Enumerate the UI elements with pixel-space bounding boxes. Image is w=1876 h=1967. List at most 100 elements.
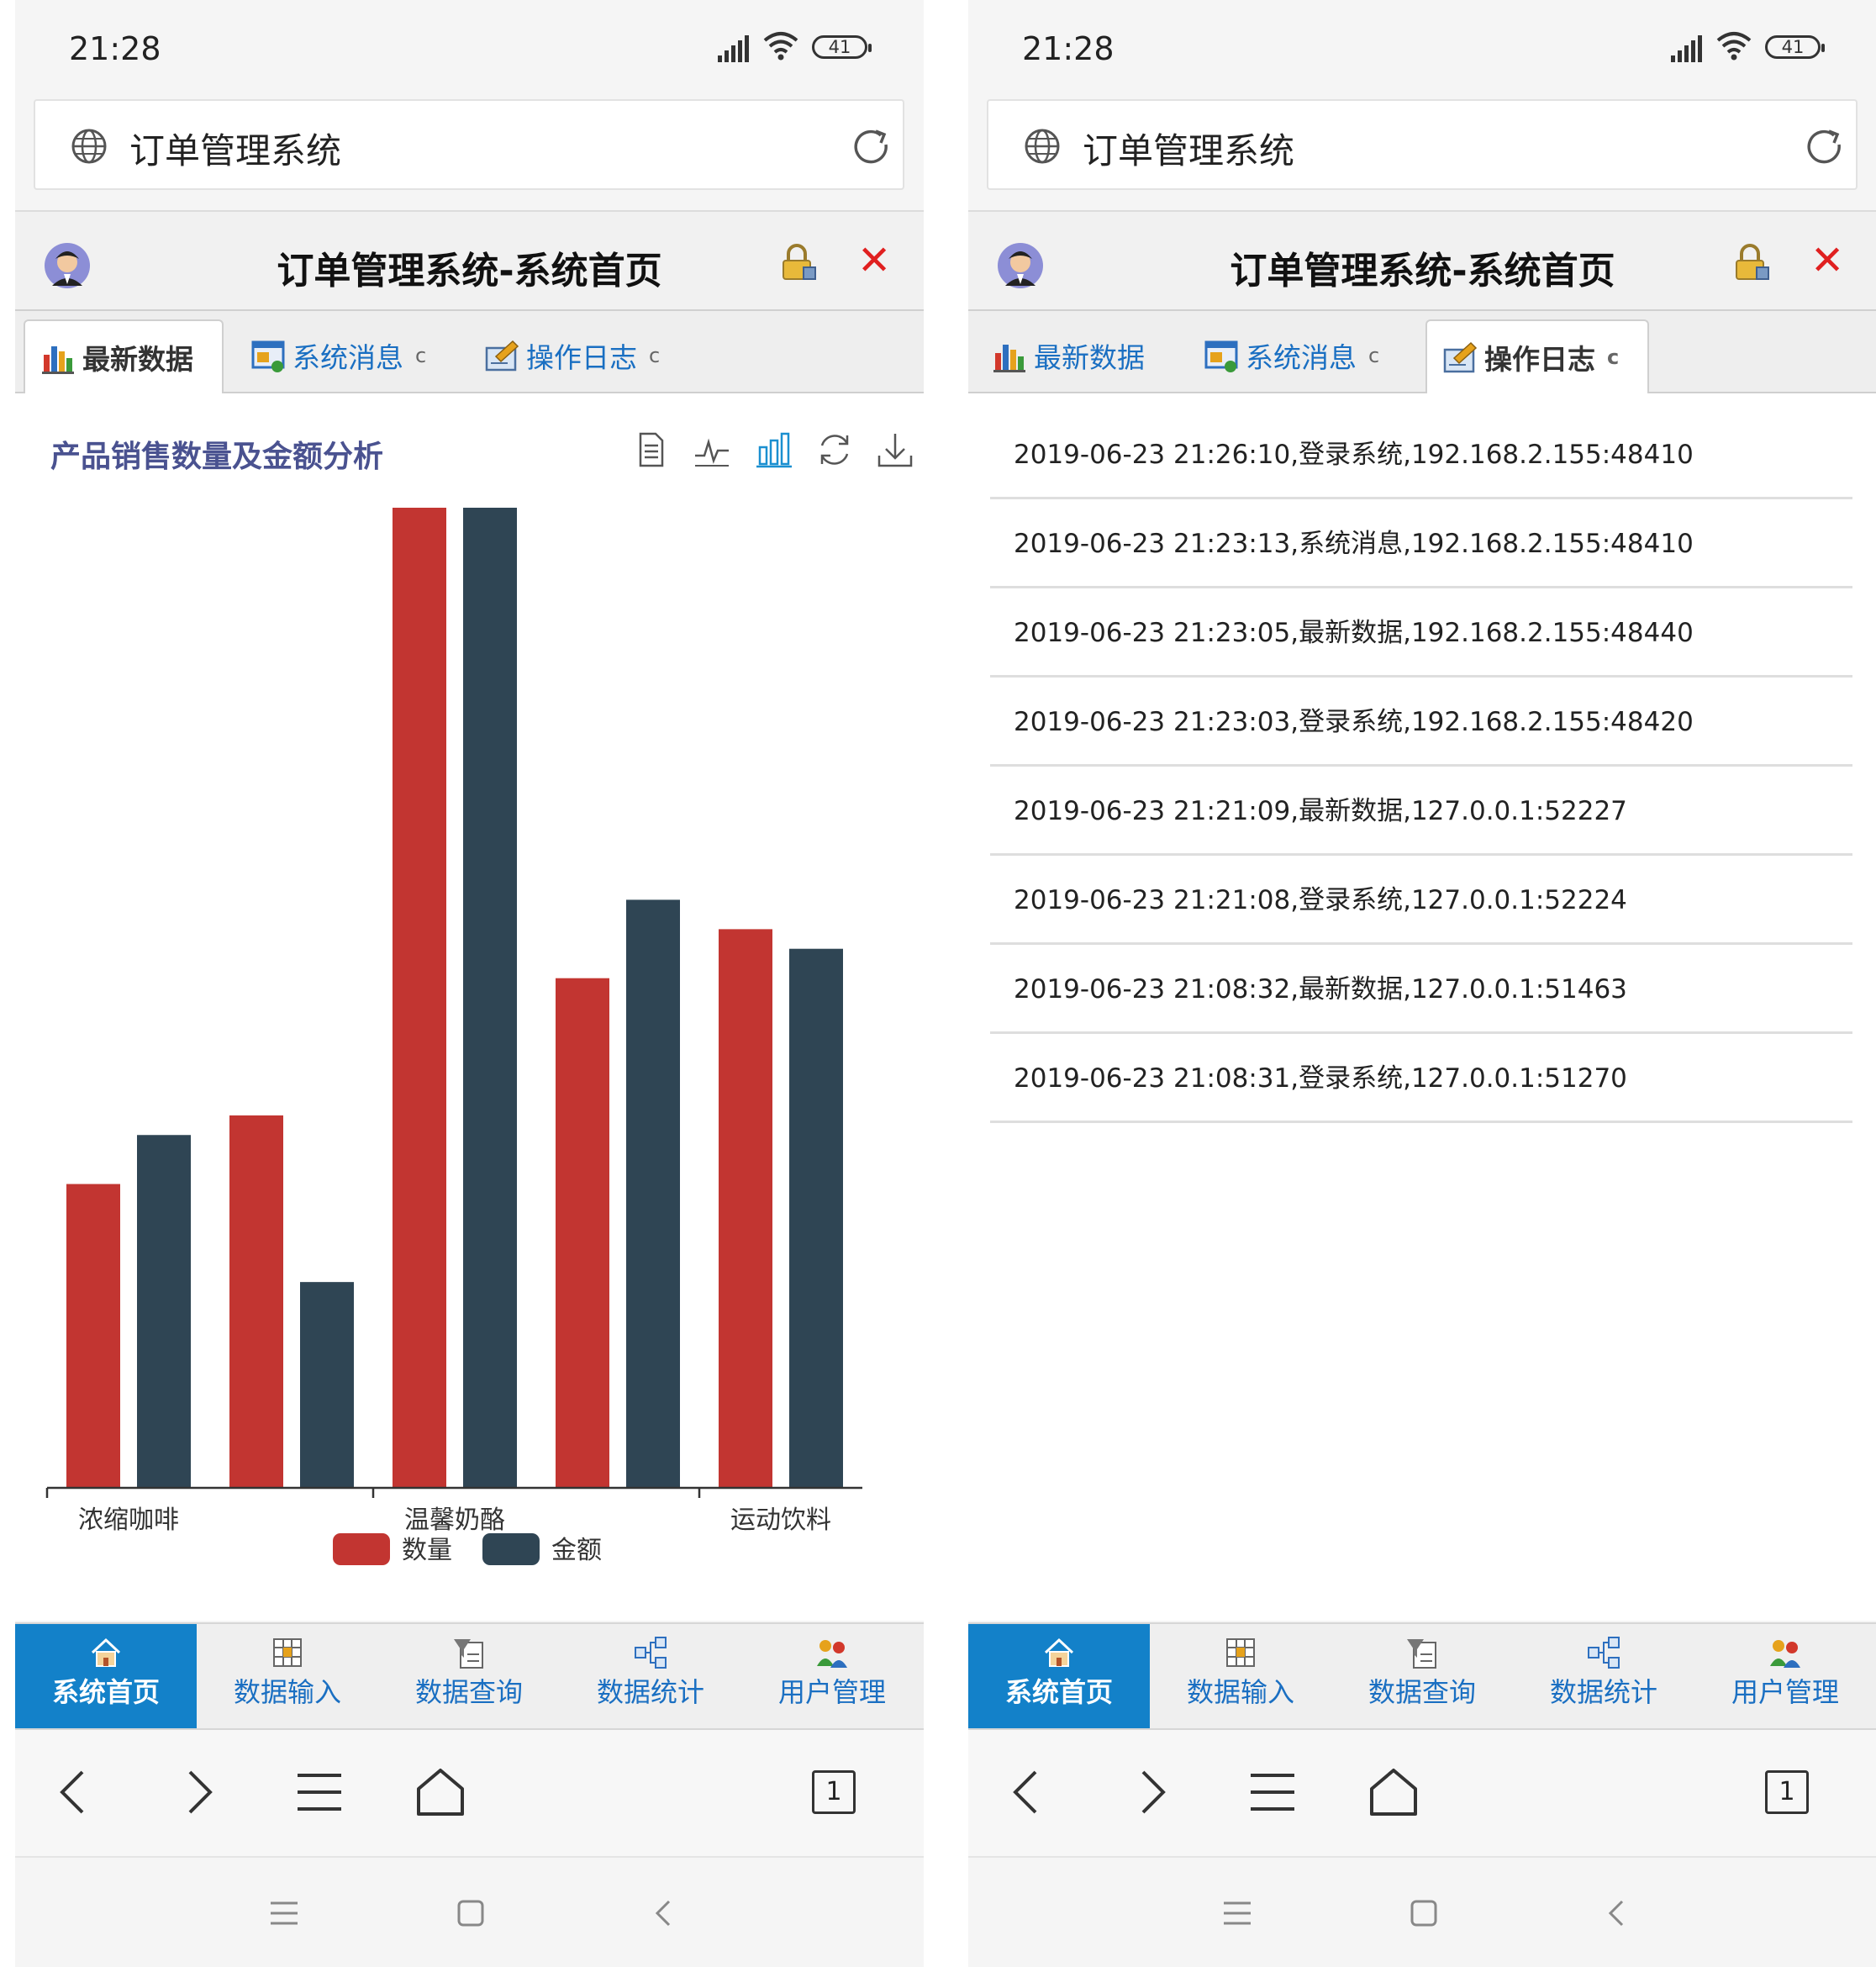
back-icon[interactable]	[1002, 1765, 1056, 1819]
nav-label: 数据统计	[596, 1676, 704, 1708]
nav-label: 用户管理	[1731, 1676, 1839, 1708]
tab-bar: 最新数据 系统消息 c 操作日志 c	[968, 311, 1876, 395]
message-window-icon	[251, 340, 285, 372]
menu-icon[interactable]	[1246, 1765, 1299, 1819]
legend-swatch	[333, 1533, 390, 1565]
home-icon	[91, 1637, 121, 1667]
log-entry: 2019-06-23 21:21:08,登录系统,127.0.0.1:52224	[990, 856, 1852, 945]
grid-input-icon	[273, 1638, 302, 1667]
nav-data-input[interactable]: 数据输入	[1150, 1624, 1331, 1728]
tab-refresh-icon[interactable]: c	[649, 344, 660, 367]
tab-refresh-icon[interactable]: c	[415, 344, 426, 367]
x-tick-label: 浓缩咖啡	[78, 1506, 179, 1535]
log-entry: 2019-06-23 21:26:10,登录系统,192.168.2.155:4…	[990, 410, 1852, 499]
nav-label: 数据查询	[1367, 1676, 1476, 1708]
chart-bar	[626, 899, 680, 1488]
battery-icon: 41	[1765, 35, 1825, 59]
nav-user-management[interactable]: 用户管理	[741, 1624, 923, 1728]
log-entry: 2019-06-23 21:23:05,最新数据,192.168.2.155:4…	[990, 588, 1852, 678]
grid-input-icon	[1226, 1638, 1255, 1667]
system-back-icon[interactable]	[1600, 1896, 1634, 1930]
status-time: 21:28	[1022, 30, 1115, 67]
chart-bar	[556, 978, 609, 1488]
legend-swatch	[482, 1533, 540, 1565]
tab-system-messages[interactable]: 系统消息 c	[235, 319, 452, 392]
wifi-icon	[763, 32, 798, 61]
tab-label: 最新数据	[82, 343, 193, 376]
url-bar[interactable]: 订单管理系统	[987, 99, 1858, 190]
forward-icon[interactable]	[170, 1765, 224, 1819]
nav-label: 数据统计	[1549, 1676, 1657, 1708]
stats-icon	[635, 1637, 667, 1669]
tab-operation-log[interactable]: 操作日志 c	[1425, 319, 1649, 395]
tab-latest-data[interactable]: 最新数据	[977, 319, 1177, 392]
back-icon[interactable]	[49, 1765, 103, 1819]
nav-data-stats[interactable]: 数据统计	[560, 1624, 741, 1728]
tab-label: 系统消息	[1246, 341, 1357, 374]
tab-system-messages[interactable]: 系统消息 c	[1188, 319, 1405, 392]
nav-home[interactable]: 系统首页	[968, 1624, 1150, 1728]
nav-label: 用户管理	[777, 1676, 886, 1708]
chart-bar	[393, 508, 446, 1488]
app-header: 订单管理系统-系统首页 ✕	[15, 210, 924, 311]
tab-label: 最新数据	[1034, 341, 1145, 374]
nav-data-stats[interactable]: 数据统计	[1513, 1624, 1694, 1728]
nav-data-query[interactable]: 数据查询	[1331, 1624, 1513, 1728]
tab-refresh-icon[interactable]: c	[1607, 345, 1619, 369]
log-panel: 2019-06-23 21:26:10,登录系统,192.168.2.155:4…	[968, 393, 1876, 1621]
bottom-nav: 系统首页 数据输入 数据查询 数据统计 用户管理	[968, 1622, 1876, 1730]
browser-controls: 1	[15, 1730, 924, 1858]
tab-refresh-icon[interactable]: c	[1368, 344, 1379, 367]
system-home-icon[interactable]	[454, 1896, 487, 1930]
log-folder-icon	[1443, 341, 1478, 373]
tabs-count-button[interactable]: 1	[812, 1770, 856, 1814]
reload-icon[interactable]	[851, 126, 893, 168]
nav-data-query[interactable]: 数据查询	[378, 1624, 560, 1728]
page-title: 订单管理系统	[129, 130, 342, 171]
home-icon	[1044, 1637, 1074, 1667]
forward-icon[interactable]	[1123, 1765, 1177, 1819]
system-home-icon[interactable]	[1407, 1896, 1441, 1930]
tab-latest-data[interactable]: 最新数据	[24, 319, 224, 395]
chart-bar	[229, 1115, 283, 1488]
query-icon	[1407, 1639, 1436, 1669]
recent-apps-icon[interactable]	[1220, 1896, 1254, 1930]
log-entry: 2019-06-23 21:21:09,最新数据,127.0.0.1:52227	[990, 767, 1852, 856]
status-bar: 21:28 41	[15, 0, 924, 92]
log-entry: 2019-06-23 21:23:13,系统消息,192.168.2.155:4…	[990, 499, 1852, 588]
system-nav-bar	[15, 1858, 924, 1967]
lock-icon[interactable]	[1731, 242, 1772, 282]
tab-label: 系统消息	[292, 341, 403, 374]
tab-label: 操作日志	[526, 341, 637, 374]
nav-label: 数据输入	[1186, 1676, 1294, 1708]
nav-home[interactable]: 系统首页	[15, 1624, 197, 1728]
reload-icon[interactable]	[1804, 126, 1846, 168]
x-tick-label: 运动饮料	[730, 1506, 831, 1535]
wifi-icon	[1716, 32, 1752, 61]
recent-apps-icon[interactable]	[267, 1896, 301, 1930]
chart-bar	[137, 1135, 191, 1488]
bottom-nav: 系统首页 数据输入 数据查询 数据统计 用户管理	[15, 1622, 924, 1730]
tab-operation-log[interactable]: 操作日志 c	[469, 319, 679, 392]
home-page-icon[interactable]	[1367, 1765, 1420, 1819]
legend-label: 数量	[402, 1536, 452, 1565]
tabs-count-button[interactable]: 1	[1765, 1770, 1809, 1814]
nav-label: 系统首页	[51, 1676, 160, 1708]
app-header: 订单管理系统-系统首页 ✕	[968, 210, 1876, 311]
signal-icon	[718, 35, 749, 62]
url-bar[interactable]: 订单管理系统	[34, 99, 904, 190]
bar-chart-icon	[42, 346, 74, 374]
bar-chart-icon	[993, 345, 1025, 372]
home-page-icon[interactable]	[414, 1765, 467, 1819]
nav-user-management[interactable]: 用户管理	[1694, 1624, 1876, 1728]
close-icon[interactable]: ✕	[1810, 240, 1844, 281]
log-entry: 2019-06-23 21:08:32,最新数据,127.0.0.1:51463	[990, 945, 1852, 1034]
system-back-icon[interactable]	[647, 1896, 681, 1930]
lock-icon[interactable]	[778, 242, 819, 282]
nav-data-input[interactable]: 数据输入	[197, 1624, 378, 1728]
close-icon[interactable]: ✕	[857, 240, 891, 281]
chart-bar	[66, 1184, 120, 1488]
nav-label: 数据查询	[414, 1676, 523, 1708]
legend-label: 金额	[551, 1536, 602, 1565]
menu-icon[interactable]	[292, 1765, 346, 1819]
